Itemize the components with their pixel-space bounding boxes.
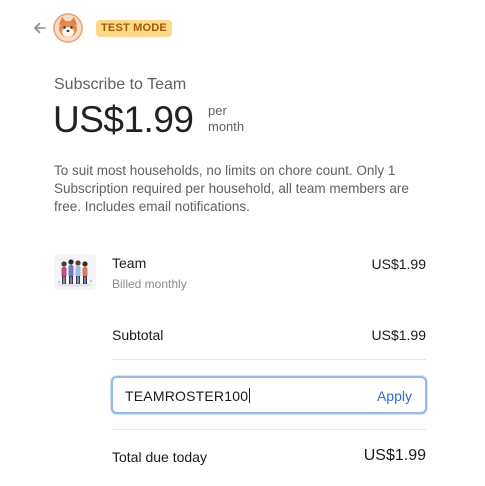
text-caret [249,388,251,403]
billing-period: per month [208,103,268,135]
apply-promo-button[interactable]: Apply [377,388,412,404]
test-mode-badge: TEST MODE [96,20,172,37]
total-label: Total due today [112,449,207,465]
line-item-billing: Billed monthly [112,277,187,291]
total-value: US$1.99 [363,447,426,464]
product-thumbnail [54,254,96,290]
line-item-name: Team [112,255,147,271]
line-item-price: US$1.99 [371,256,426,272]
divider [112,429,426,430]
product-description: To suit most households, no limits on ch… [54,163,409,214]
team-people-icon [54,254,96,290]
arrow-left-icon [34,22,46,34]
subtotal-label: Subtotal [112,327,164,343]
back-button[interactable] [30,18,50,38]
shiba-dog-logo [53,13,83,43]
business-logo [53,13,83,43]
subtotal-value: US$1.99 [371,327,426,343]
period-line-1: per [208,103,227,118]
promo-code-field[interactable]: TEAMROSTER100 Apply [111,376,427,414]
promo-code-value: TEAMROSTER100 [125,388,249,404]
subscribe-title: Subscribe to Team [54,76,187,93]
price-amount: US$1.99 [53,99,194,140]
divider [112,359,426,360]
promo-code-input[interactable]: TEAMROSTER100 [125,388,251,404]
period-line-2: month [208,119,245,134]
